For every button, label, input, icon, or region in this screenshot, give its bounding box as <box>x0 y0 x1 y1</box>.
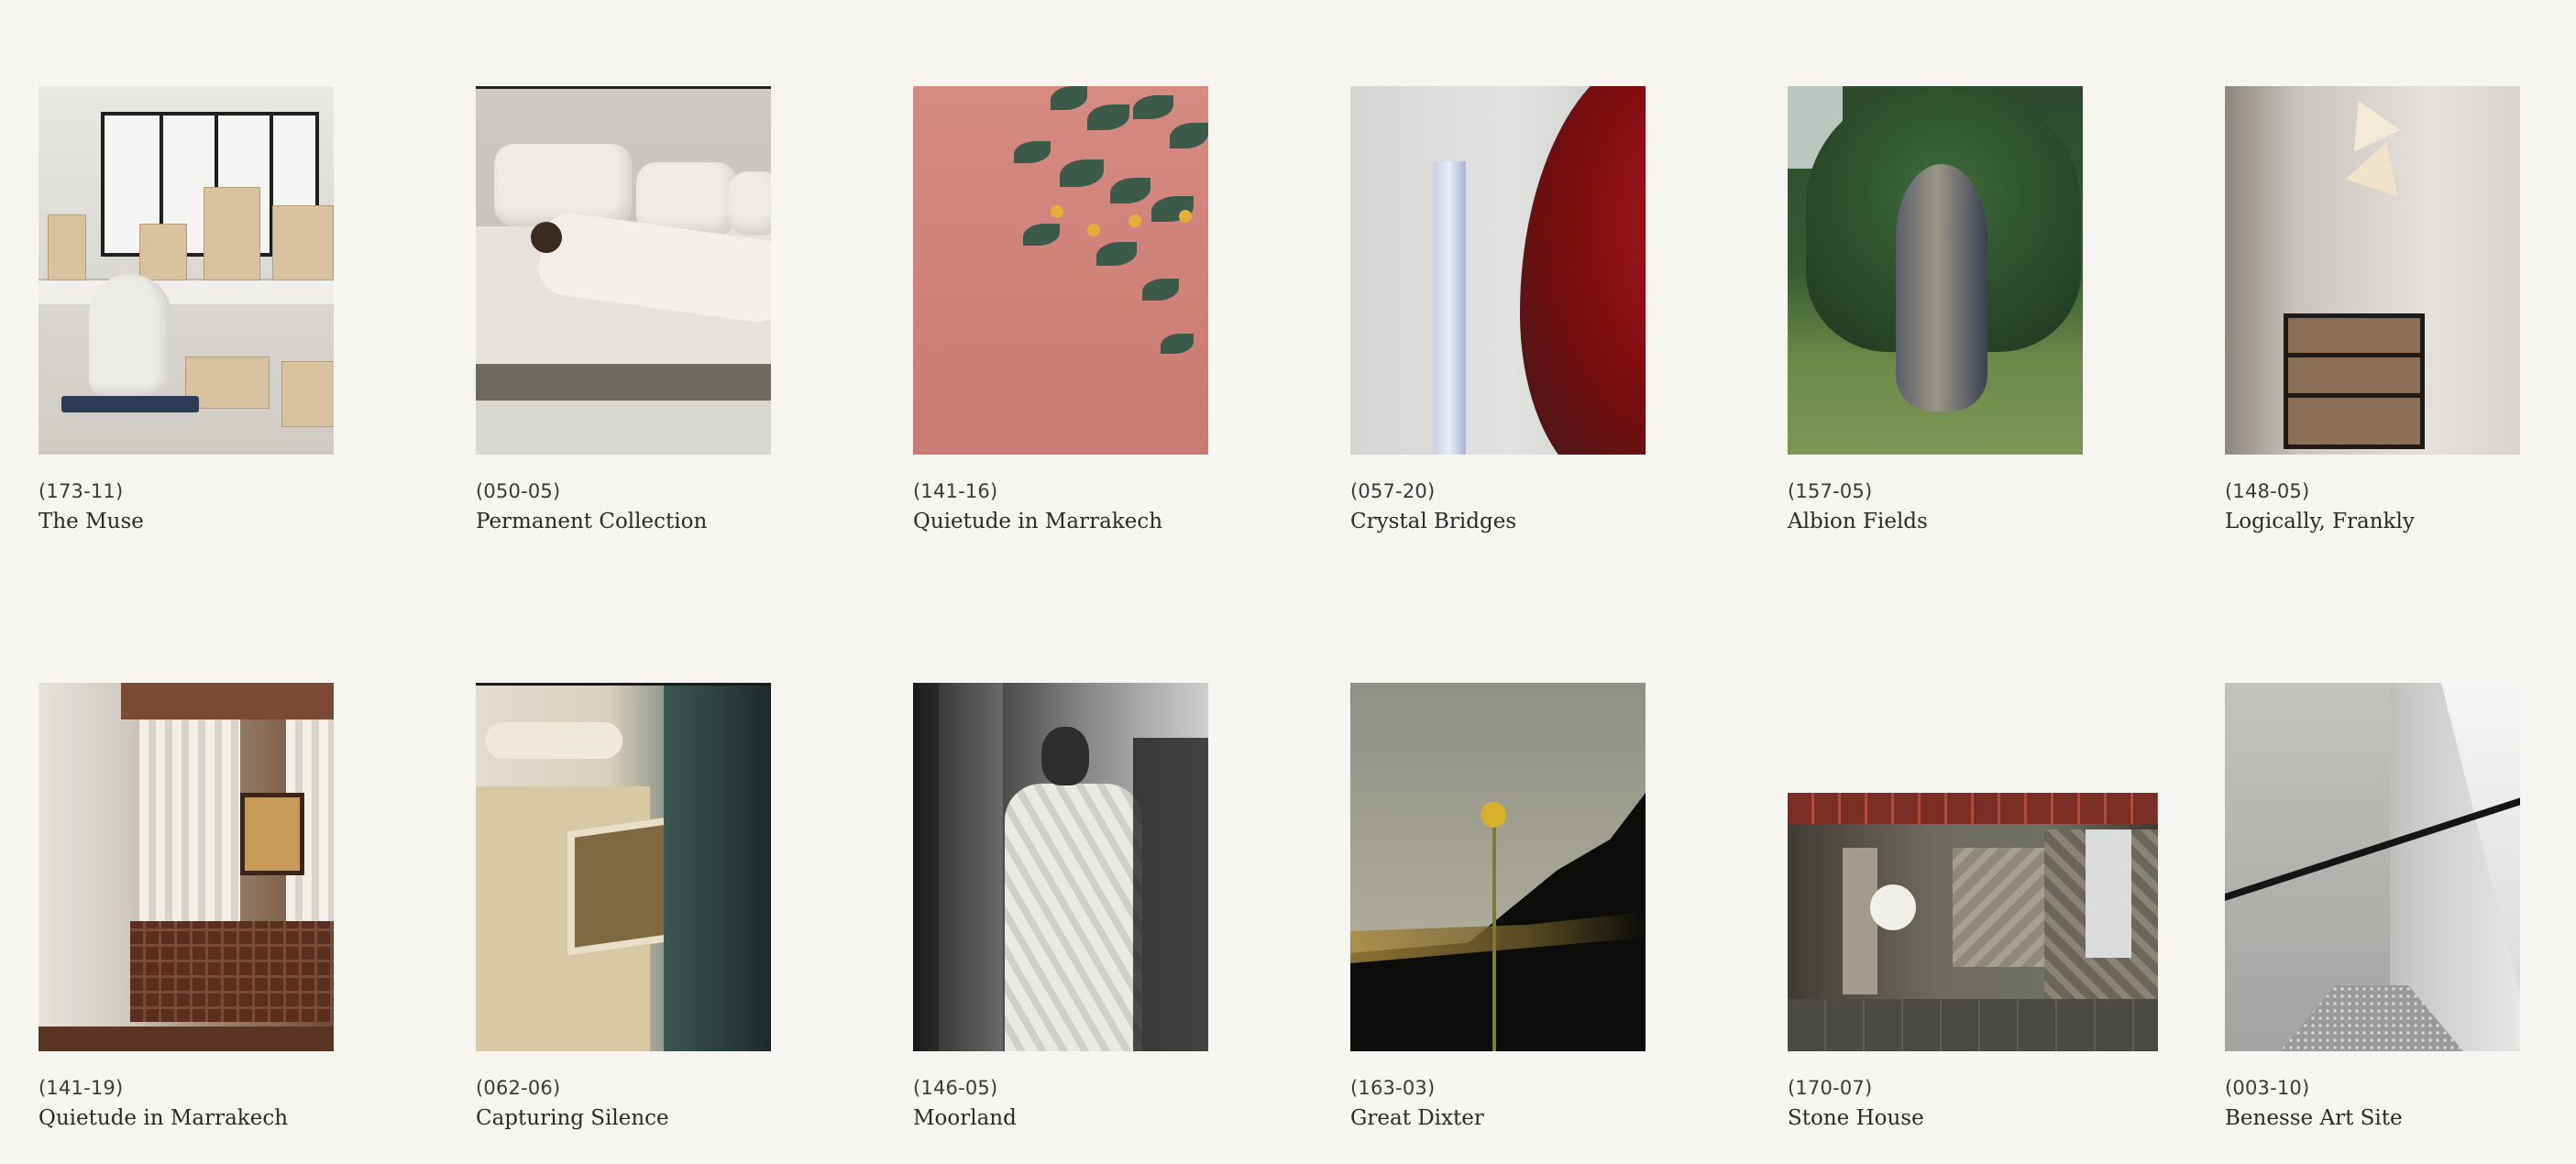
project-thumbnail[interactable] <box>39 86 334 455</box>
project-title[interactable]: The Muse <box>39 510 442 533</box>
project-code: (170-07) <box>1788 1077 1873 1099</box>
project-thumbnail[interactable] <box>476 86 771 455</box>
project-card[interactable]: (173-11) The Muse <box>39 86 442 533</box>
project-card[interactable]: (157-05) Albion Fields <box>1788 86 2191 533</box>
project-code: (163-03) <box>1350 1077 1436 1099</box>
project-thumbnail[interactable] <box>913 683 1208 1051</box>
project-code: (057-20) <box>1350 480 1436 502</box>
project-title[interactable]: Moorland <box>913 1106 1316 1130</box>
project-title[interactable]: Stone House <box>1788 1106 2191 1130</box>
project-title[interactable]: Great Dixter <box>1350 1106 1754 1130</box>
project-code: (062-06) <box>476 1077 561 1099</box>
project-thumbnail[interactable] <box>1788 793 2158 1051</box>
project-code: (141-19) <box>39 1077 124 1099</box>
project-card[interactable]: (141-19) Quietude in Marrakech <box>39 683 442 1130</box>
project-code: (003-10) <box>2225 1077 2310 1099</box>
project-code: (146-05) <box>913 1077 998 1099</box>
project-title[interactable]: Permanent Collection <box>476 510 879 533</box>
project-title[interactable]: Benesse Art Site <box>2225 1106 2576 1130</box>
project-title[interactable]: Crystal Bridges <box>1350 510 1754 533</box>
project-thumbnail[interactable] <box>1788 86 2083 455</box>
project-thumbnail[interactable] <box>2225 86 2520 455</box>
project-thumbnail[interactable] <box>913 86 1208 455</box>
project-card[interactable]: (141-16) Quietude in Marrakech <box>913 86 1316 533</box>
project-card[interactable]: (170-07) Stone House <box>1788 683 2191 1130</box>
project-code: (148-05) <box>2225 480 2310 502</box>
project-card[interactable]: (003-10) Benesse Art Site <box>2225 683 2576 1130</box>
project-code: (141-16) <box>913 480 998 502</box>
project-card[interactable]: (163-03) Great Dixter <box>1350 683 1754 1130</box>
project-code: (050-05) <box>476 480 561 502</box>
project-thumbnail[interactable] <box>1350 683 1646 1051</box>
project-title[interactable]: Quietude in Marrakech <box>913 510 1316 533</box>
project-thumbnail[interactable] <box>2225 683 2520 1051</box>
project-thumbnail[interactable] <box>39 683 334 1051</box>
project-thumbnail[interactable] <box>476 683 771 1051</box>
project-card[interactable]: (057-20) Crystal Bridges <box>1350 86 1754 533</box>
project-card[interactable]: (062-06) Capturing Silence <box>476 683 879 1130</box>
project-thumbnail[interactable] <box>1350 86 1646 455</box>
project-gallery: (173-11) The Muse (050-05) Permanent Col… <box>0 0 2576 1164</box>
project-code: (157-05) <box>1788 480 1873 502</box>
project-title[interactable]: Capturing Silence <box>476 1106 879 1130</box>
project-code: (173-11) <box>39 480 124 502</box>
project-card[interactable]: (148-05) Logically, Frankly <box>2225 86 2576 533</box>
project-title[interactable]: Quietude in Marrakech <box>39 1106 442 1130</box>
project-card[interactable]: (050-05) Permanent Collection <box>476 86 879 533</box>
project-card[interactable]: (146-05) Moorland <box>913 683 1316 1130</box>
project-title[interactable]: Logically, Frankly <box>2225 510 2576 533</box>
project-title[interactable]: Albion Fields <box>1788 510 2191 533</box>
